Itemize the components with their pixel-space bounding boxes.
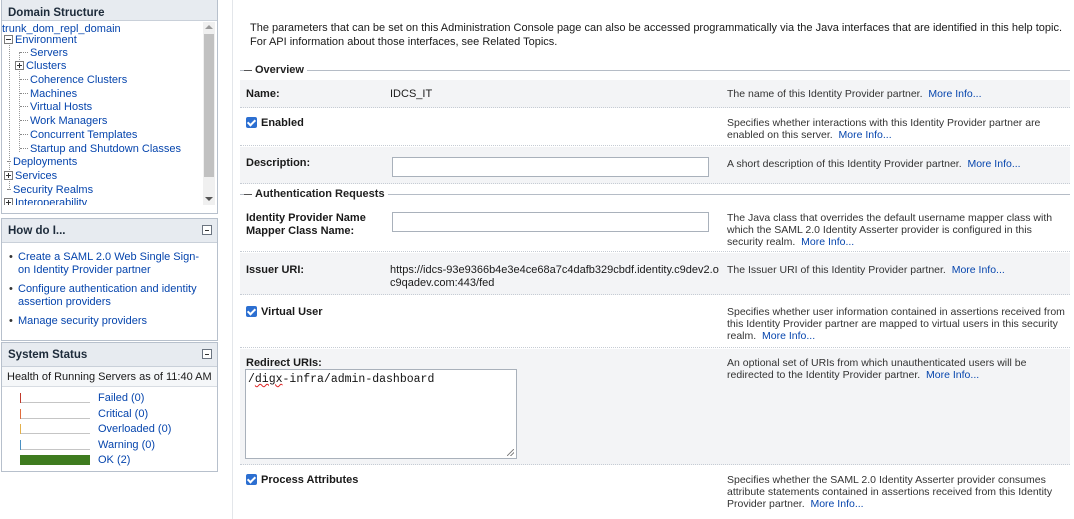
how-do-i-panel: How do I... Create a SAML 2.0 Web Single…: [1, 218, 218, 341]
mapper-class-input[interactable]: [392, 212, 709, 232]
domain-tree: trunk_dom_repl_domain Environment Server…: [2, 22, 205, 205]
how-link-create-saml-idp[interactable]: Create a SAML 2.0 Web Single Sign-on Ide…: [9, 251, 211, 277]
tree-item-machines[interactable]: Machines: [20, 88, 77, 101]
column-divider: [232, 0, 233, 519]
system-status-title: System Status: [2, 343, 217, 367]
more-info-link[interactable]: More Info...: [926, 369, 979, 381]
tree-item-deployments[interactable]: Deployments: [7, 156, 77, 169]
collapse-tree-icon[interactable]: [4, 35, 13, 44]
left-sidebar: Domain Structure trunk_dom_repl_domain E…: [0, 0, 219, 519]
virtual-user-help: Specifies whether user information conta…: [727, 306, 1065, 342]
status-bar: [20, 439, 90, 450]
enabled-checkbox-label[interactable]: Enabled: [246, 117, 304, 130]
more-info-link[interactable]: More Info...: [801, 236, 854, 248]
how-link-manage-providers[interactable]: Manage security providers: [9, 315, 211, 328]
tree-item-servers[interactable]: Servers: [20, 47, 68, 60]
redirect-uris-textarea[interactable]: /digx-infra/admin-dashboard: [245, 369, 517, 459]
mapper-label: Identity Provider Name Mapper Class Name…: [246, 212, 366, 237]
tree-item-concurrent-templates[interactable]: Concurrent Templates: [20, 129, 137, 142]
name-help: The name of this Identity Provider partn…: [727, 88, 982, 100]
expand-tree-icon[interactable]: [4, 198, 13, 205]
issuer-value: https://idcs-93e9366b4e3e4ce68a7c4dafb32…: [390, 264, 719, 289]
tree-item-coherence-clusters[interactable]: Coherence Clusters: [20, 74, 127, 87]
description-help: A short description of this Identity Pro…: [727, 158, 1021, 170]
name-value: IDCS_IT: [390, 88, 433, 100]
how-do-i-list: Create a SAML 2.0 Web Single Sign-on Ide…: [2, 243, 217, 328]
tree-item-virtual-hosts[interactable]: Virtual Hosts: [20, 101, 92, 114]
mapper-row: Identity Provider Name Mapper Class Name…: [240, 205, 1070, 252]
tree-item-startup-shutdown[interactable]: Startup and Shutdown Classes: [20, 143, 181, 156]
scroll-up-arrow-icon[interactable]: [205, 25, 213, 29]
tree-item-services[interactable]: Services: [4, 170, 57, 183]
enabled-row: Enabled Specifies whether interactions w…: [240, 109, 1070, 146]
how-link-configure-auth[interactable]: Configure authentication and identity as…: [9, 283, 211, 309]
name-label: Name:: [246, 88, 280, 100]
virtual-user-checkbox-label[interactable]: Virtual User: [246, 306, 323, 319]
issuer-row: Issuer URI: https://idcs-93e9366b4e3e4ce…: [240, 253, 1070, 295]
process-attributes-checkbox[interactable]: [246, 474, 257, 485]
more-info-link[interactable]: More Info...: [967, 158, 1020, 170]
issuer-label: Issuer URI:: [246, 264, 305, 276]
virtual-user-row: Virtual User Specifies whether user info…: [240, 296, 1070, 348]
domain-structure-panel: Domain Structure trunk_dom_repl_domain E…: [1, 0, 218, 214]
overview-section-header: Overview: [240, 64, 1070, 78]
process-attributes-row: Process Attributes Specifies whether the…: [240, 466, 1070, 519]
auth-section-header: Authentication Requests: [240, 188, 1070, 202]
status-bar: [20, 393, 90, 403]
scroll-thumb[interactable]: [204, 34, 214, 177]
status-bar: [20, 408, 90, 419]
redirect-help: An optional set of URIs from which unaut…: [727, 357, 1027, 381]
collapse-icon[interactable]: [202, 349, 212, 359]
more-info-link[interactable]: More Info...: [810, 498, 863, 510]
health-label: Health of Running Servers as of 11:40 AM: [2, 367, 217, 387]
process-attributes-checkbox-label[interactable]: Process Attributes: [246, 474, 358, 487]
more-info-link[interactable]: More Info...: [762, 330, 815, 342]
status-bar: [20, 424, 90, 434]
system-status-panel: System Status Health of Running Servers …: [1, 342, 218, 472]
expand-tree-icon[interactable]: [4, 171, 13, 180]
tree-item-security-realms[interactable]: Security Realms: [7, 184, 93, 197]
enabled-checkbox[interactable]: [246, 117, 257, 128]
resize-grip-icon[interactable]: [507, 449, 514, 456]
expand-tree-icon[interactable]: [15, 61, 24, 70]
tree-item-clusters[interactable]: Clusters: [15, 60, 66, 73]
process-attributes-help: Specifies whether the SAML 2.0 Identity …: [727, 474, 1053, 510]
issuer-help: The Issuer URI of this Identity Provider…: [727, 264, 1005, 276]
scroll-down-arrow-icon[interactable]: [205, 197, 213, 201]
main-content: The parameters that can be set on this A…: [240, 0, 1074, 519]
intro-text: The parameters that can be set on this A…: [250, 22, 1063, 48]
tree-scrollbar[interactable]: [203, 22, 215, 205]
more-info-link[interactable]: More Info...: [839, 129, 892, 141]
name-row: Name: IDCS_IT The name of this Identity …: [240, 80, 1070, 108]
description-row: Description: A short description of this…: [240, 147, 1070, 184]
more-info-link[interactable]: More Info...: [952, 264, 1005, 276]
how-do-i-title: How do I...: [2, 219, 217, 243]
mapper-help: The Java class that overrides the defaul…: [727, 212, 1053, 248]
description-label: Description:: [246, 157, 311, 169]
enabled-help: Specifies whether interactions with this…: [727, 117, 1041, 141]
more-info-link[interactable]: More Info...: [928, 88, 981, 100]
collapse-icon[interactable]: [202, 225, 212, 235]
redirect-row: Redirect URIs: /digx-infra/admin-dashboa…: [240, 349, 1070, 465]
domain-structure-title: Domain Structure: [2, 0, 217, 21]
tree-item-interoperability[interactable]: Interoperability: [4, 197, 87, 205]
description-input[interactable]: [392, 157, 709, 177]
status-bar-ok: [20, 455, 90, 465]
tree-item-environment[interactable]: Environment: [4, 34, 77, 47]
tree-item-work-managers[interactable]: Work Managers: [20, 115, 107, 128]
virtual-user-checkbox[interactable]: [246, 306, 257, 317]
